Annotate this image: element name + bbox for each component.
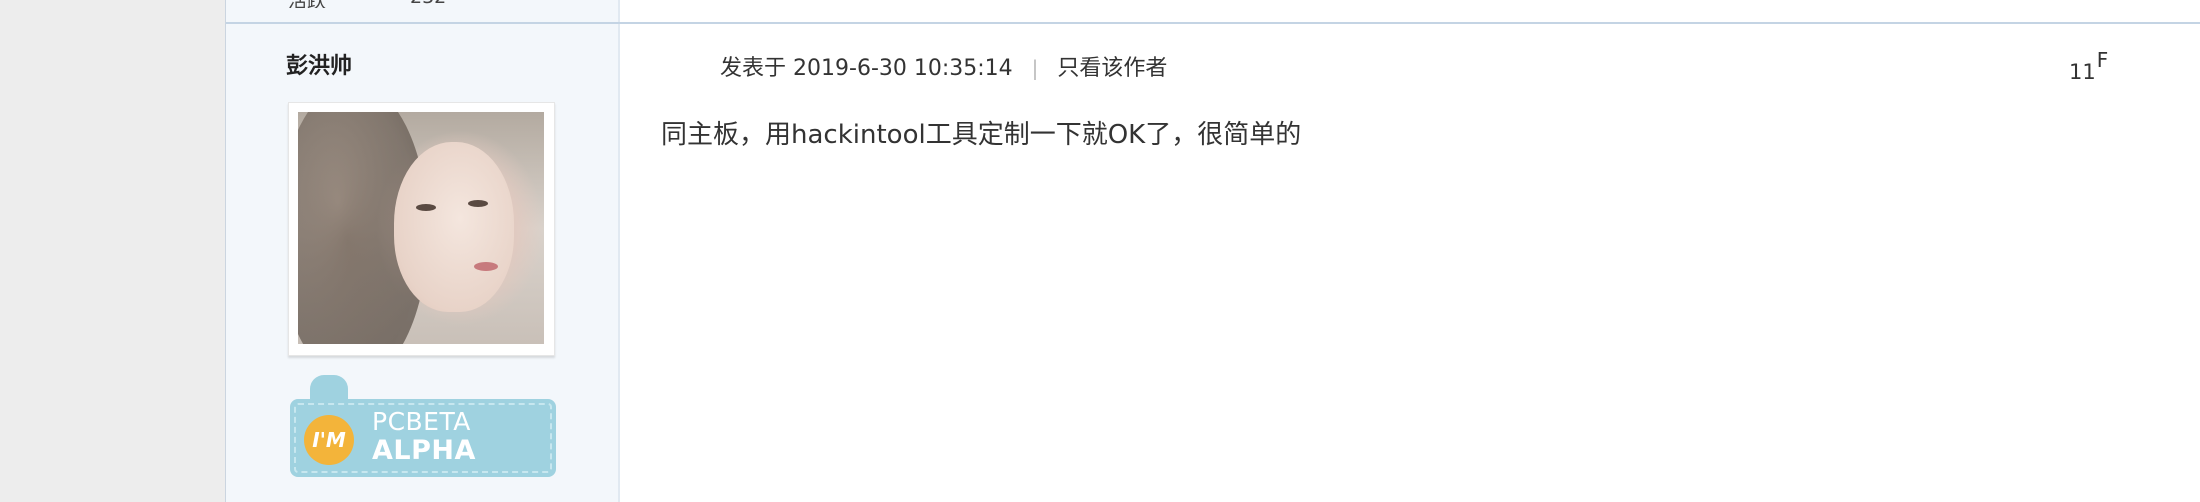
floor-suffix: F	[2096, 48, 2109, 72]
badge-brand-text: PCBETA	[372, 407, 471, 436]
author-sidebar: 活跃 232 彭洪帅 I'M PCBETA ALPHA	[226, 0, 620, 502]
post-container: 活跃 232 彭洪帅 I'M PCBETA ALPHA 发表于 2019-6-3…	[225, 0, 2200, 502]
previous-post-stat-value: 232	[410, 0, 446, 8]
badge-coin-icon: I'M	[304, 415, 354, 465]
page-background	[0, 0, 225, 502]
author-name-link[interactable]: 彭洪帅	[286, 48, 352, 80]
floor-number: 11	[2069, 60, 2096, 84]
meta-divider: |	[1031, 56, 1039, 80]
posted-time: 2019-6-30 10:35:14	[793, 56, 1013, 81]
user-group-badge: I'M PCBETA ALPHA	[288, 375, 558, 480]
avatar-image	[298, 112, 544, 344]
floor-number-link[interactable]: 11F	[2069, 48, 2108, 84]
badge-rank-text: ALPHA	[372, 435, 476, 466]
avatar[interactable]	[288, 102, 555, 356]
post-body-text: 同主板，用hackintool工具定制一下就OK了，很简单的	[661, 120, 1302, 150]
view-author-only-link[interactable]: 只看该作者	[1057, 56, 1167, 81]
posted-label: 发表于	[720, 56, 787, 81]
post-meta: 发表于 2019-6-30 10:35:14 | 只看该作者	[720, 50, 1167, 82]
post-separator	[226, 22, 2200, 24]
previous-post-stat-label: 活跃	[288, 0, 326, 8]
